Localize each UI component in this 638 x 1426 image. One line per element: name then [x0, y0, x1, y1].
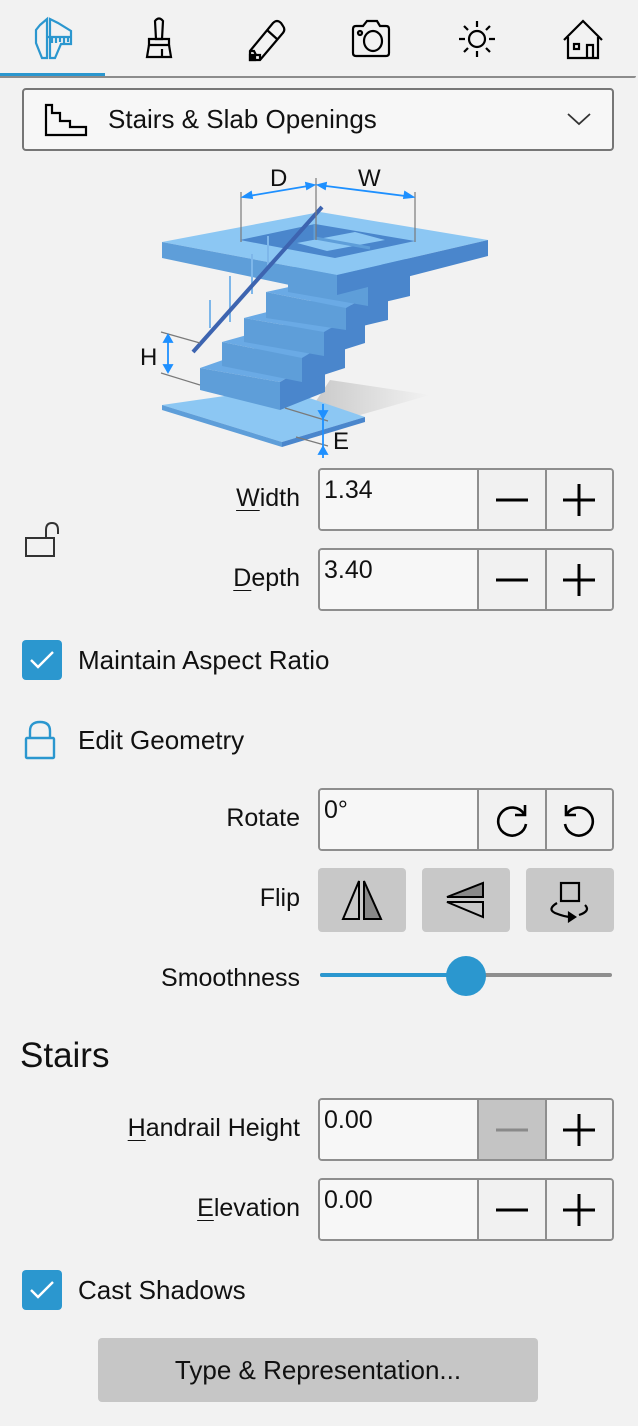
plus-icon [563, 483, 596, 516]
plus-icon [563, 563, 596, 596]
depth-label-mnemonic: D [233, 564, 252, 592]
dimension-label-w: W [358, 165, 381, 192]
depth-spinner [318, 548, 614, 611]
elevation-spinner [318, 1178, 614, 1241]
minus-icon [495, 1208, 528, 1211]
camera-icon [351, 19, 391, 58]
dimension-label-h: H [140, 344, 157, 371]
elevation-decrement-button[interactable] [477, 1180, 545, 1239]
rotate-3d-icon [550, 881, 589, 923]
maintain-aspect-ratio-checkbox[interactable]: Maintain Aspect Ratio [22, 640, 329, 680]
type-representation-button[interactable]: Type & Representation... [98, 1338, 538, 1402]
caliper-ruler-icon [34, 16, 73, 60]
object-type-label: Stairs & Slab Openings [108, 104, 377, 134]
stairs-icon [44, 103, 88, 136]
rotate-input[interactable] [320, 790, 477, 849]
pencil-eraser-icon [248, 19, 286, 62]
rotate-label: Rotate [226, 804, 300, 832]
flip-label: Flip [259, 884, 300, 912]
tab-bar [0, 0, 638, 80]
house-icon [563, 19, 603, 60]
handrail-height-increment-button[interactable] [544, 1100, 612, 1159]
smoothness-slider[interactable] [318, 956, 614, 996]
slider-thumb[interactable] [446, 956, 486, 996]
cast-shadows-label: Cast Shadows [78, 1274, 246, 1305]
chevron-down-icon [567, 113, 591, 126]
handrail-height-decrement-button[interactable] [477, 1100, 545, 1159]
rotate-clockwise-icon [496, 804, 528, 837]
object-type-dropdown[interactable]: Stairs & Slab Openings [22, 88, 614, 151]
upper-slab [162, 212, 488, 295]
cast-shadows-checkbox[interactable]: Cast Shadows [22, 1270, 246, 1310]
width-increment-button[interactable] [544, 470, 612, 529]
rotate-counterclockwise-button[interactable] [544, 790, 612, 849]
stairs-section-title: Stairs [20, 1036, 110, 1075]
flip-vertical-icon [446, 881, 484, 919]
minus-icon [495, 578, 528, 581]
width-spinner [318, 468, 614, 531]
checkbox-box [22, 640, 62, 680]
tab-dimensions[interactable] [0, 0, 106, 76]
minus-icon [495, 498, 528, 501]
tab-lighting[interactable] [424, 0, 530, 76]
flip-horizontal-button[interactable] [318, 868, 406, 932]
brush-icon [145, 17, 173, 59]
checkmark-icon [30, 1281, 54, 1299]
tab-edit[interactable] [212, 0, 318, 76]
rotate-clockwise-button[interactable] [477, 790, 545, 849]
unlocked-padlock-icon[interactable] [24, 518, 60, 560]
plus-icon [563, 1113, 596, 1146]
width-input[interactable] [320, 470, 477, 529]
minus-icon [495, 1128, 528, 1131]
width-label: Width [236, 484, 300, 513]
elevation-input[interactable] [320, 1180, 477, 1239]
elevation-label-text: levation [213, 1194, 300, 1222]
tab-building[interactable] [530, 0, 636, 76]
edit-geometry-toggle[interactable]: Edit Geometry [22, 720, 244, 760]
lock-icon [24, 720, 56, 760]
flip-vertical-button[interactable] [422, 868, 510, 932]
tab-bar-divider [0, 76, 636, 78]
width-label-mnemonic: W [236, 484, 260, 512]
tab-appearance[interactable] [106, 0, 212, 76]
width-label-text: idth [259, 484, 300, 512]
elevation-mnemonic: E [197, 1194, 214, 1222]
dimension-label-d: D [270, 165, 287, 192]
checkbox-box [22, 1270, 62, 1310]
handrail-height-label: Handrail Height [128, 1114, 300, 1143]
depth-increment-button[interactable] [544, 550, 612, 609]
slider-fill [320, 973, 466, 977]
depth-decrement-button[interactable] [477, 550, 545, 609]
flip-horizontal-icon [341, 880, 383, 920]
handrail-height-input[interactable] [320, 1100, 477, 1159]
stairs-diagram: D W H E [140, 165, 488, 458]
dimension-label-e: E [333, 428, 349, 455]
checkmark-icon [30, 651, 54, 669]
elevation-label: Elevation [197, 1194, 300, 1223]
depth-input[interactable] [320, 550, 477, 609]
flip-rotate-3d-button[interactable] [526, 868, 614, 932]
handrail-height-label-text: andrail Height [145, 1114, 300, 1142]
tab-camera[interactable] [318, 0, 424, 76]
depth-label: Depth [233, 564, 300, 593]
maintain-aspect-ratio-label: Maintain Aspect Ratio [78, 644, 330, 675]
rotate-spinner [318, 788, 614, 851]
depth-label-text: epth [251, 564, 300, 592]
sun-icon [459, 21, 495, 57]
handrail-height-spinner [318, 1098, 614, 1161]
rotate-counterclockwise-icon [563, 804, 595, 837]
width-decrement-button[interactable] [477, 470, 545, 529]
handrail-height-mnemonic: H [127, 1114, 146, 1142]
elevation-increment-button[interactable] [544, 1180, 612, 1239]
edit-geometry-label: Edit Geometry [78, 724, 245, 755]
plus-icon [563, 1193, 596, 1226]
smoothness-label: Smoothness [161, 964, 300, 992]
